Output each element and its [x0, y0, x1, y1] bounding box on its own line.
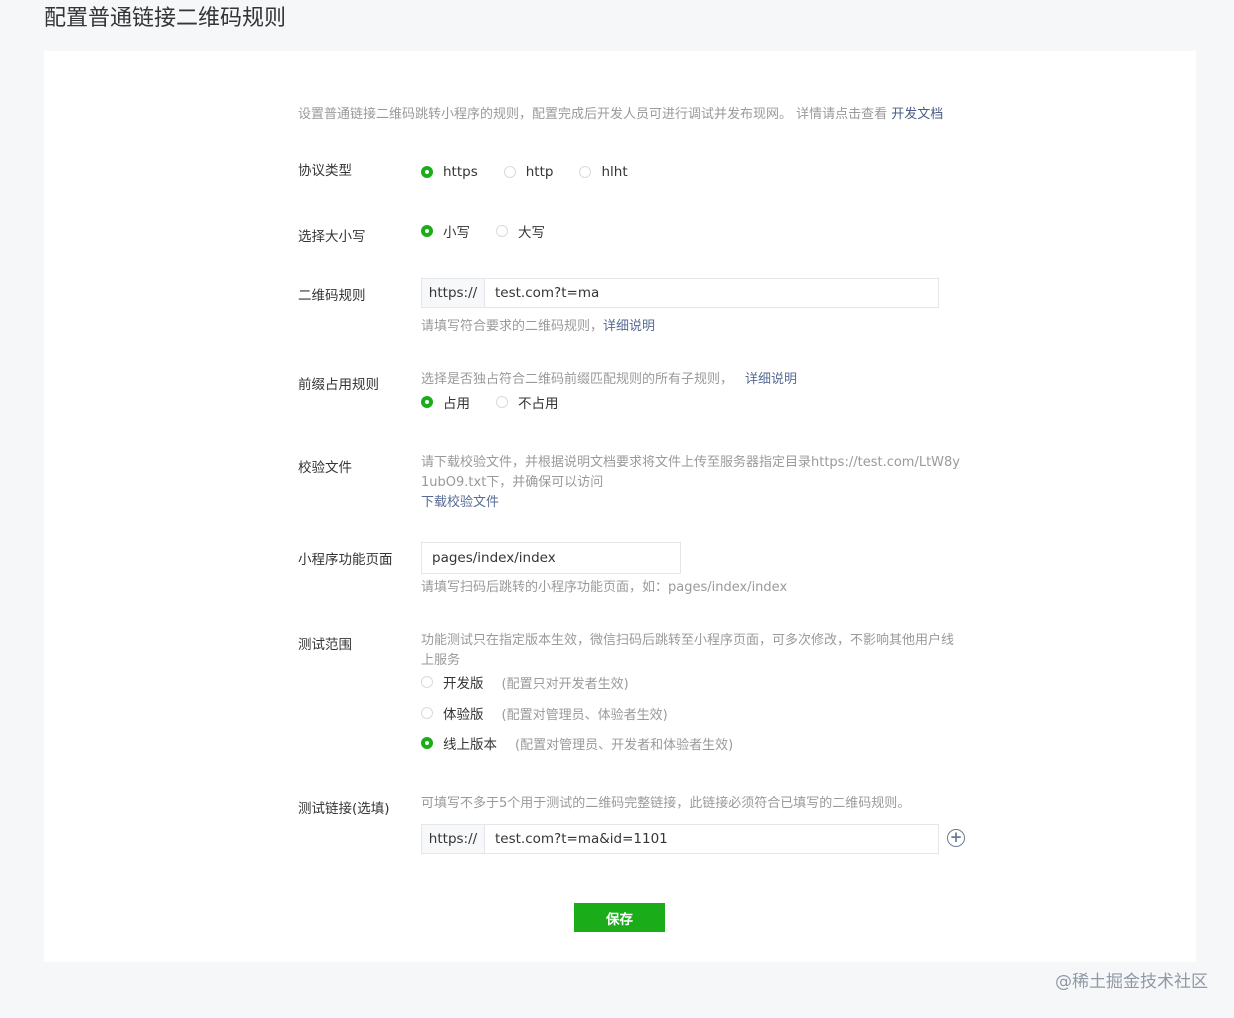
prefix-rule-field: 选择是否独占符合二维码前缀匹配规则的所有子规则， 详细说明 占用 不占用: [421, 370, 797, 412]
page-title: 配置普通链接二维码规则: [44, 6, 287, 31]
radio-label: 线上版本: [443, 737, 497, 753]
radio-label: http: [525, 164, 554, 180]
prefix-rule-hint: 选择是否独占符合二维码前缀匹配规则的所有子规则， 详细说明: [421, 370, 797, 390]
radio-label: 开发版: [443, 676, 484, 692]
mini-page-label: 小程序功能页面: [298, 552, 393, 568]
qr-rule-prefix: https://: [422, 279, 485, 307]
radio-label: https: [443, 164, 478, 180]
intro-description: 设置普通链接二维码跳转小程序的规则，配置完成后开发人员可进行调试并发布现网。 详…: [298, 107, 892, 122]
radio-unselected-icon: [496, 396, 508, 408]
test-link-hint: 可填写不多于5个用于测试的二维码完整链接，此链接必须符合已填写的二维码规则。: [421, 796, 911, 811]
case-label: 选择大小写: [298, 229, 366, 245]
radio-selected-icon: [421, 166, 433, 178]
radio-prefix-occupy[interactable]: 占用: [421, 392, 470, 412]
qr-rule-label: 二维码规则: [298, 288, 366, 304]
radio-note: (配置只对开发者生效): [501, 676, 629, 692]
test-scope-hint-line1: 功能测试只在指定版本生效，微信扫码后跳转至小程序页面，可多次修改，不影响其他用户…: [421, 633, 955, 648]
radio-case-upper[interactable]: 大写: [496, 221, 545, 241]
radio-label: 大写: [518, 225, 545, 241]
radio-selected-icon: [421, 225, 433, 237]
radio-protocol-https[interactable]: https: [421, 164, 478, 180]
radio-protocol-http[interactable]: http: [503, 164, 554, 180]
save-button[interactable]: 保存: [574, 903, 665, 932]
verify-file-hint-line2: 1ubO9.txt下，并确保可以访问: [421, 475, 604, 490]
mini-page-input-wrap: [421, 542, 681, 574]
radio-unselected-icon: [496, 225, 508, 237]
config-card: 设置普通链接二维码跳转小程序的规则，配置完成后开发人员可进行调试并发布现网。 详…: [44, 51, 1196, 962]
radio-unselected-icon: [421, 707, 433, 719]
test-scope-field: 功能测试只在指定版本生效，微信扫码后跳转至小程序页面，可多次修改，不影响其他用户…: [421, 631, 954, 753]
radio-scope-online[interactable]: 线上版本 (配置对管理员、开发者和体验者生效): [421, 733, 954, 753]
radio-unselected-icon: [421, 676, 433, 688]
verify-file-field: 请下载校验文件，并根据说明文档要求将文件上传至服务器指定目录https://te…: [421, 453, 960, 513]
radio-unselected-icon: [579, 166, 592, 178]
case-radio-group: 小写 大写: [421, 221, 545, 241]
radio-label: 体验版: [443, 707, 484, 723]
verify-file-label: 校验文件: [298, 460, 352, 476]
radio-scope-dev[interactable]: 开发版 (配置只对开发者生效): [421, 672, 954, 692]
test-link-label: 测试链接(选填): [298, 801, 390, 817]
qr-rule-hint-text: 请填写符合要求的二维码规则，: [421, 319, 604, 334]
radio-note: (配置对管理员、开发者和体验者生效): [515, 737, 734, 753]
mini-page-input[interactable]: [422, 543, 680, 573]
watermark-text: @稀土掘金技术社区: [1055, 972, 1208, 992]
radio-prefix-no-occupy[interactable]: 不占用: [496, 392, 559, 412]
test-link-prefix: https://: [422, 825, 485, 853]
prefix-rule-label: 前缀占用规则: [298, 377, 379, 393]
mini-page-hint: 请填写扫码后跳转的小程序功能页面，如：pages/index/index: [421, 580, 788, 595]
qr-rule-detail-link[interactable]: 详细说明: [603, 319, 655, 334]
verify-file-hint-line1: 请下载校验文件，并根据说明文档要求将文件上传至服务器指定目录https://te…: [421, 455, 960, 470]
radio-case-lower[interactable]: 小写: [421, 221, 470, 241]
test-link-input-group: https://: [421, 824, 939, 854]
test-scope-label: 测试范围: [298, 637, 352, 653]
intro-text: 设置普通链接二维码跳转小程序的规则，配置完成后开发人员可进行调试并发布现网。 详…: [298, 105, 943, 125]
qr-rule-hint: 请填写符合要求的二维码规则，详细说明: [421, 317, 939, 337]
protocol-radio-group: https http hlht: [421, 162, 628, 182]
dev-docs-link[interactable]: 开发文档: [891, 107, 943, 122]
radio-unselected-icon: [503, 166, 516, 178]
prefix-rule-detail-link[interactable]: 详细说明: [745, 372, 797, 387]
test-scope-hint-line2: 上服务: [421, 653, 461, 668]
radio-label: 占用: [443, 396, 470, 412]
prefix-rule-hint-text: 选择是否独占符合二维码前缀匹配规则的所有子规则，: [421, 372, 734, 387]
radio-protocol-hlht[interactable]: hlht: [579, 164, 628, 180]
test-link-input[interactable]: [485, 825, 938, 853]
radio-label: 不占用: [518, 396, 559, 412]
qr-rule-input[interactable]: [485, 279, 938, 307]
mini-page-field: 请填写扫码后跳转的小程序功能页面，如：pages/index/index: [421, 542, 787, 598]
radio-note: (配置对管理员、体验者生效): [501, 707, 668, 723]
qr-rule-field: https:// 请填写符合要求的二维码规则，详细说明: [421, 278, 939, 337]
radio-label: 小写: [443, 225, 470, 241]
radio-selected-icon: [421, 737, 433, 749]
test-link-field: 可填写不多于5个用于测试的二维码完整链接，此链接必须符合已填写的二维码规则。 h…: [421, 794, 939, 854]
radio-label: hlht: [601, 164, 628, 180]
radio-scope-trial[interactable]: 体验版 (配置对管理员、体验者生效): [421, 703, 954, 723]
download-verify-file-link[interactable]: 下载校验文件: [421, 495, 499, 510]
prefix-rule-radio-group: 占用 不占用: [421, 392, 797, 412]
protocol-label: 协议类型: [298, 163, 352, 179]
radio-selected-icon: [421, 396, 433, 408]
qr-rule-input-group: https://: [421, 278, 939, 308]
plus-circle-icon[interactable]: +: [947, 829, 965, 847]
